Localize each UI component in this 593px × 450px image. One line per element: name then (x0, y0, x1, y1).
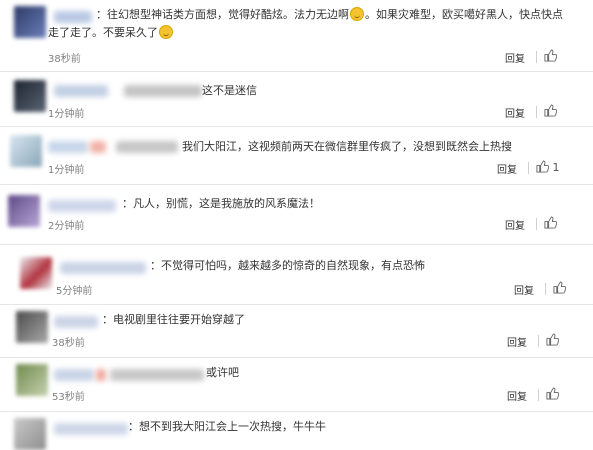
username-extra (90, 141, 106, 153)
like-button[interactable] (553, 281, 567, 295)
username-extra (116, 141, 178, 153)
like-button[interactable] (546, 387, 560, 401)
username[interactable] (54, 11, 92, 23)
comment-text: ：想不到我大阳江会上一次热搜，牛牛牛 (128, 420, 326, 433)
avatar[interactable] (14, 418, 46, 450)
avatar[interactable] (16, 364, 48, 396)
reply-button[interactable]: 回复 (505, 217, 525, 232)
avatar[interactable] (20, 257, 52, 289)
divider (545, 283, 546, 295)
timestamp: 2分钟前 (48, 221, 85, 232)
divider (538, 335, 539, 347)
comment-item: 我们大阳江，这视频前两天在微信群里传疯了，没想到既然会上热搜 1分钟前 回复 1 (0, 127, 593, 185)
divider (536, 218, 537, 230)
thumbs-up-icon (546, 387, 560, 400)
avatar[interactable] (16, 311, 48, 343)
comment-text-line: 走了走了。不要呆久了 (48, 25, 174, 41)
thumbs-up-icon (544, 104, 558, 117)
comment-item: 这不是迷信 1分钟前 回复 (0, 72, 593, 127)
comment-text-part: ：往幻想型神话类方面想，觉得好酷炫。法力无边啊 (96, 8, 349, 21)
comment-item: ：电视剧里往往要开始穿越了 38秒前 回复 (0, 305, 593, 358)
timestamp: 38秒前 (52, 338, 85, 349)
comment-text: ：往幻想型神话类方面想，觉得好酷炫。法力无边啊 。如果灾难型，欧买噶好黑人，快点快… (96, 7, 576, 23)
reply-button[interactable]: 回复 (507, 334, 527, 349)
username[interactable] (54, 369, 94, 381)
reply-button[interactable]: 回复 (505, 50, 525, 65)
divider (536, 106, 537, 118)
timestamp: 53秒前 (52, 392, 85, 403)
avatar[interactable] (8, 195, 40, 227)
reply-button[interactable]: 回复 (505, 105, 525, 120)
comment-text: 或许吧 (206, 366, 239, 379)
comment-text-part: 走了走了。不要呆久了 (48, 26, 158, 39)
comment-item: ：想不到我大阳江会上一次热搜，牛牛牛 (0, 412, 593, 450)
comment-item: 或许吧 53秒前 回复 (0, 358, 593, 412)
timestamp: 5分钟前 (56, 286, 93, 297)
username-extra (110, 369, 204, 381)
thumbs-up-icon (544, 216, 558, 229)
like-button[interactable] (546, 333, 560, 347)
comment-item: ：凡人，别慌，这是我施放的风系魔法！ 2分钟前 回复 (0, 185, 593, 245)
avatar[interactable] (10, 135, 42, 167)
like-button[interactable] (544, 104, 558, 118)
comment-item: ：不觉得可怕吗，越来越多的惊奇的自然现象，有点恐怖 5分钟前 回复 (0, 245, 593, 305)
comment-item: ：往幻想型神话类方面想，觉得好酷炫。法力无边啊 。如果灾难型，欧买噶好黑人，快点快… (0, 0, 593, 72)
grin-emoji-icon (159, 25, 173, 39)
thumbs-up-icon (546, 333, 560, 346)
timestamp: 38秒前 (48, 54, 81, 65)
reply-button[interactable]: 回复 (507, 388, 527, 403)
like-count: 1 (552, 161, 560, 174)
username[interactable] (48, 141, 88, 153)
divider (538, 389, 539, 401)
timestamp: 1分钟前 (48, 165, 85, 176)
thumbs-up-icon (544, 49, 558, 62)
reply-button[interactable]: 回复 (514, 282, 534, 297)
comment-text: ：电视剧里往往要开始穿越了 (102, 313, 245, 326)
username[interactable] (48, 200, 116, 212)
comment-text: 这不是迷信 (202, 84, 257, 97)
avatar[interactable] (14, 6, 46, 38)
grin-emoji-icon (350, 7, 364, 21)
username[interactable] (60, 262, 146, 274)
username-extra (124, 85, 202, 97)
avatar[interactable] (14, 80, 46, 112)
comment-text: 我们大阳江，这视频前两天在微信群里传疯了，没想到既然会上热搜 (182, 140, 512, 153)
username[interactable] (54, 423, 128, 435)
username[interactable] (54, 85, 108, 97)
like-button[interactable]: 1 (536, 160, 560, 174)
reply-button[interactable]: 回复 (497, 161, 517, 176)
comment-text-part: 。如果灾难型，欧买噶好黑人，快点快点 (365, 8, 563, 21)
comment-text: ：不觉得可怕吗，越来越多的惊奇的自然现象，有点恐怖 (150, 259, 425, 272)
divider (536, 51, 537, 63)
username[interactable] (54, 316, 98, 328)
username-extra (96, 369, 106, 381)
like-button[interactable] (544, 49, 558, 63)
divider (528, 162, 529, 174)
like-button[interactable] (544, 216, 558, 230)
thumbs-up-icon (553, 281, 567, 294)
timestamp: 1分钟前 (48, 109, 85, 120)
thumbs-up-icon (536, 160, 550, 173)
comment-text: ：凡人，别慌，这是我施放的风系魔法！ (122, 197, 320, 210)
